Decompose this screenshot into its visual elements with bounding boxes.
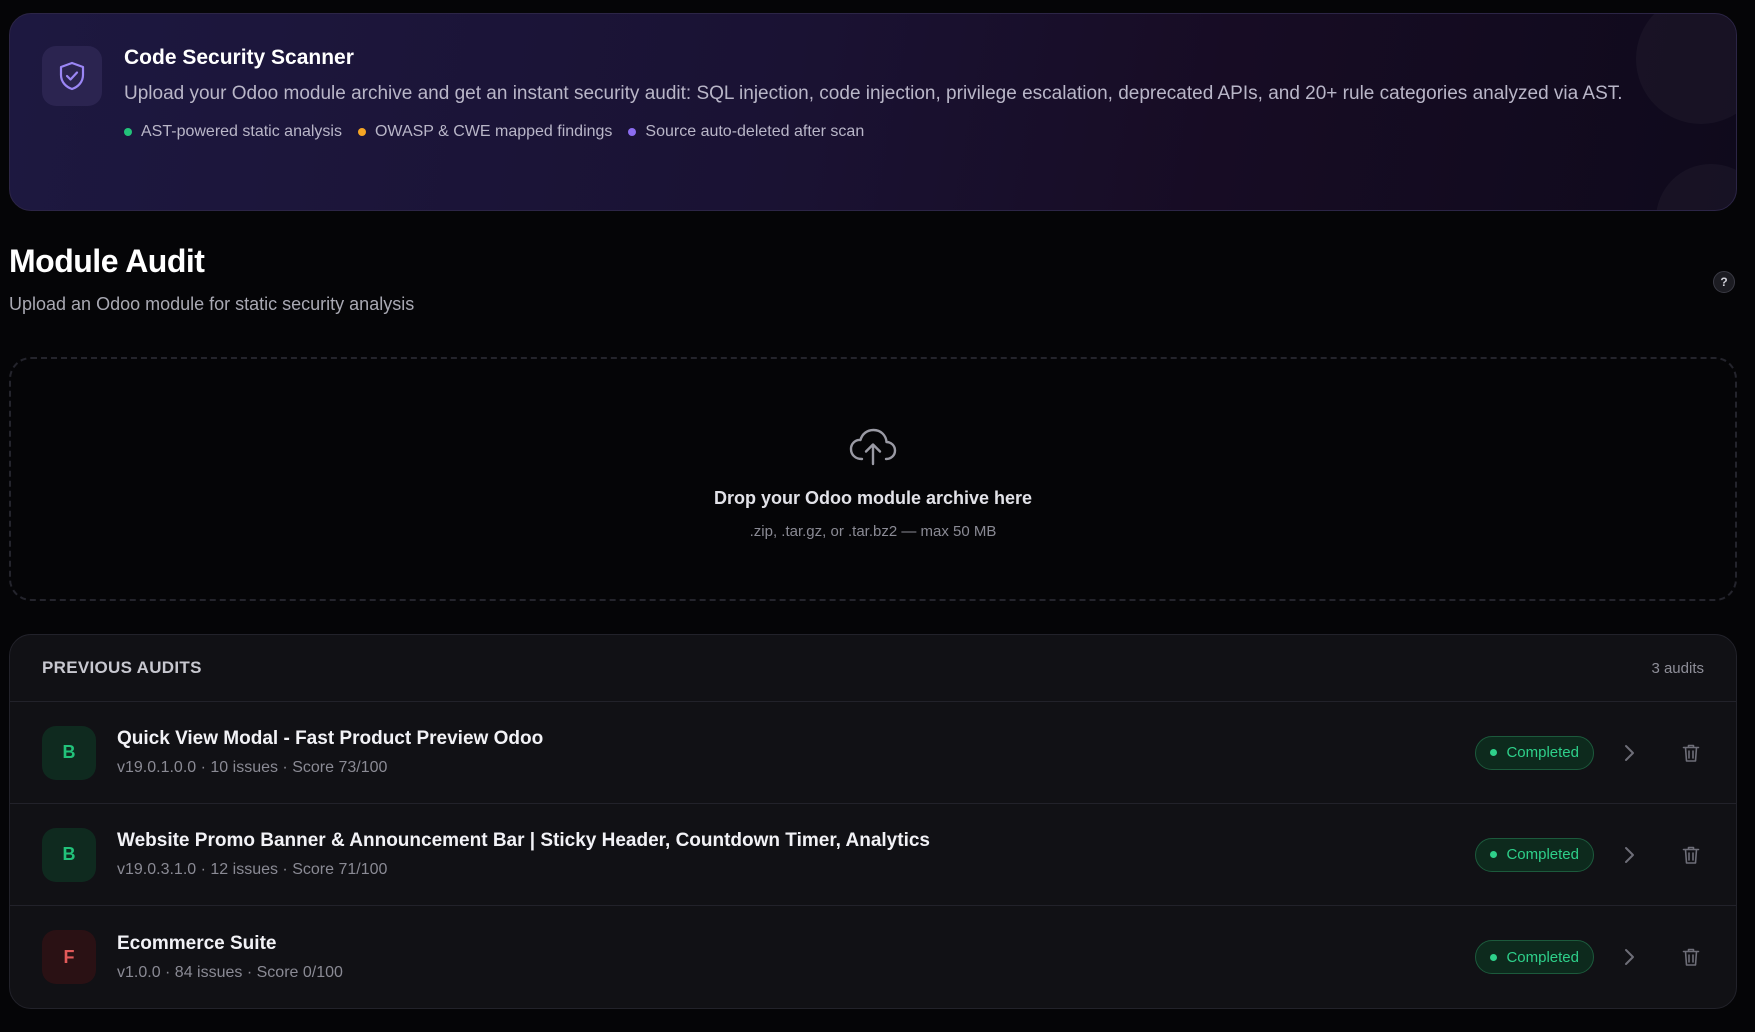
grade-badge: B <box>42 725 96 780</box>
page: Code Security Scanner Upload your Odoo m… <box>0 0 1755 1032</box>
grade-badge: B <box>42 827 96 882</box>
green-dot-icon <box>124 128 132 136</box>
status-badge: Completed <box>1475 837 1594 872</box>
banner-body: Code Security Scanner Upload your Odoo m… <box>124 46 1686 141</box>
upload-dropzone[interactable]: Drop your Odoo module archive here .zip,… <box>9 357 1737 601</box>
status-dot-icon <box>1490 953 1498 961</box>
trash-icon[interactable] <box>1676 942 1706 972</box>
purple-dot-icon <box>628 128 637 136</box>
chevron-right-icon[interactable] <box>1614 738 1644 768</box>
audits-count: 3 audits <box>1651 659 1704 677</box>
chevron-right-icon[interactable] <box>1614 840 1644 870</box>
audit-row[interactable]: B Quick View Modal - Fast Product Previe… <box>10 702 1736 804</box>
feature-list: AST-powered static analysis OWASP & CWE … <box>124 123 1686 141</box>
audit-meta: v1.0.0 · 84 issues · Score 0/100 <box>117 963 343 981</box>
audit-row[interactable]: F Ecommerce Suite v1.0.0 · 84 issues · S… <box>10 906 1736 1008</box>
amber-dot-icon <box>357 128 366 136</box>
page-title: Module Audit <box>9 243 205 279</box>
trash-icon[interactable] <box>1676 738 1706 768</box>
feature-item: OWASP & CWE mapped findings <box>357 123 613 141</box>
feature-item: Source auto-deleted after scan <box>628 123 864 141</box>
dropzone-title: Drop your Odoo module archive here <box>713 488 1033 508</box>
banner-title: Code Security Scanner <box>124 46 354 69</box>
previous-audits-panel: PREVIOUS AUDITS 3 audits B Quick View Mo… <box>9 634 1737 1009</box>
audits-header: PREVIOUS AUDITS 3 audits <box>10 635 1736 702</box>
audit-meta: v19.0.1.0.0 · 10 issues · Score 73/100 <box>117 759 388 776</box>
feature-label: OWASP & CWE mapped findings <box>374 123 613 140</box>
audit-meta: v19.0.3.1.0 · 12 issues · Score 71/100 <box>117 861 388 878</box>
feature-label: Source auto-deleted after scan <box>645 123 865 140</box>
cloud-upload-icon <box>849 428 897 466</box>
status-label: Completed <box>1506 948 1579 966</box>
page-heading: Module Audit Upload an Odoo module for s… <box>9 243 1737 321</box>
banner-description: Upload your Odoo module archive and get … <box>124 83 1623 104</box>
status-dot-icon <box>1490 749 1498 756</box>
audit-name: Quick View Modal - Fast Product Preview … <box>117 728 544 749</box>
status-badge: Completed <box>1475 735 1594 770</box>
audit-info: Ecommerce Suite v1.0.0 · 84 issues · Sco… <box>117 933 1475 982</box>
trash-icon[interactable] <box>1676 840 1706 870</box>
grade-badge: F <box>42 930 96 984</box>
banner-decoration <box>1656 164 1736 210</box>
dropzone-hint: .zip, .tar.gz, or .tar.bz2 — max 50 MB <box>749 523 997 540</box>
shield-check-icon <box>42 46 102 106</box>
status-label: Completed <box>1506 846 1579 863</box>
audit-info: Quick View Modal - Fast Product Preview … <box>117 728 1475 777</box>
status-dot-icon <box>1490 851 1498 858</box>
feature-item: AST-powered static analysis <box>124 123 342 141</box>
page-subtitle: Upload an Odoo module for static securit… <box>9 294 415 314</box>
audit-info: Website Promo Banner & Announcement Bar … <box>117 830 1475 879</box>
scanner-banner: Code Security Scanner Upload your Odoo m… <box>9 13 1737 211</box>
status-badge: Completed <box>1475 940 1594 974</box>
feature-label: AST-powered static analysis <box>141 123 342 140</box>
chevron-right-icon[interactable] <box>1614 942 1644 972</box>
audit-name: Website Promo Banner & Announcement Bar … <box>117 830 930 851</box>
audit-name: Ecommerce Suite <box>117 932 277 954</box>
audits-title: PREVIOUS AUDITS <box>42 658 202 677</box>
status-label: Completed <box>1506 744 1579 761</box>
help-button[interactable]: ? <box>1713 271 1735 293</box>
audit-row[interactable]: B Website Promo Banner & Announcement Ba… <box>10 804 1736 906</box>
